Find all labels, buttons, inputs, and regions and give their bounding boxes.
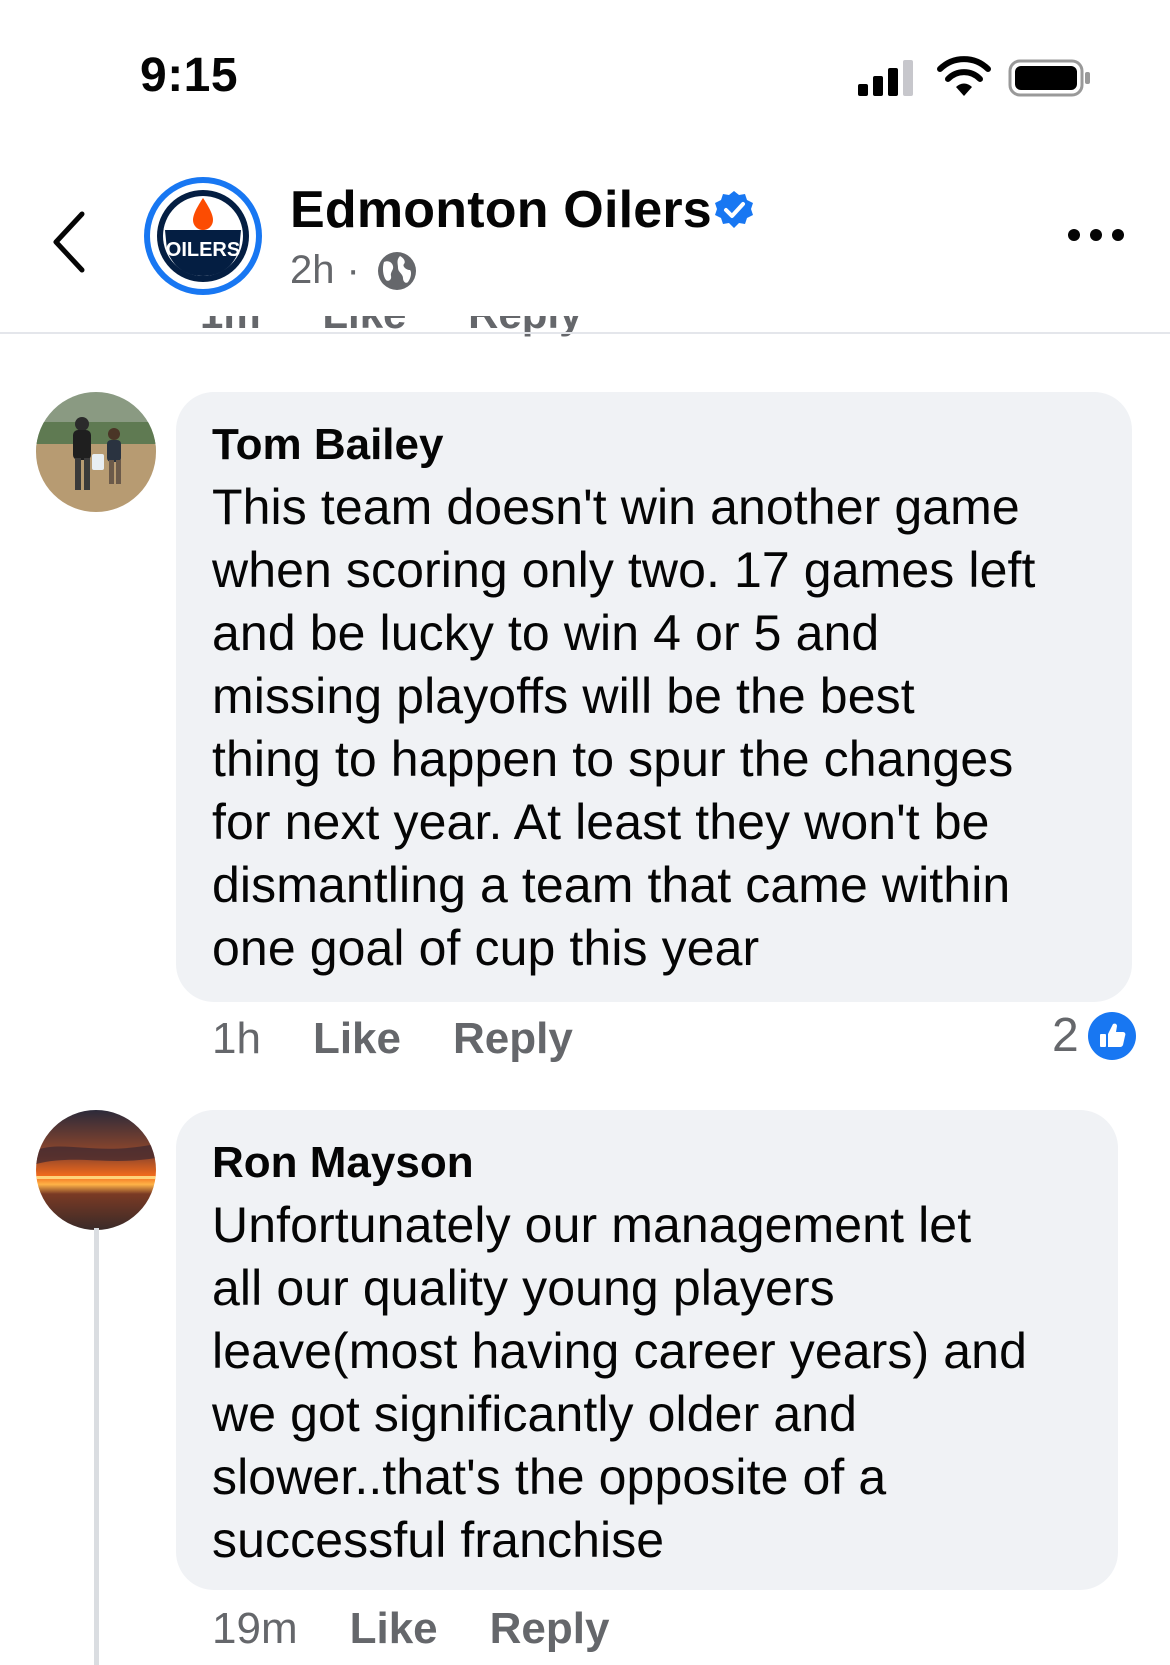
comment-text-line: we got significantly older and: [212, 1386, 858, 1442]
comment-text-line: thing to happen to spur the changes: [212, 731, 1014, 787]
comment-time[interactable]: 1h: [212, 1014, 261, 1064]
signal-icon: [858, 60, 913, 96]
oilers-logo-avatar[interactable]: OILERS: [143, 176, 263, 296]
comment-text-line: when scoring only two. 17 games left: [212, 542, 1036, 598]
previous-comment-time: 1m: [200, 316, 261, 338]
comment-author[interactable]: Tom Bailey: [212, 420, 443, 470]
comment-author[interactable]: Ron Mayson: [212, 1138, 474, 1188]
comment-time[interactable]: 19m: [212, 1604, 298, 1654]
meta-separator: ·: [346, 248, 360, 292]
avatar-ron-mayson[interactable]: [36, 1110, 156, 1230]
comment-actions: 1h Like Reply: [212, 1014, 625, 1064]
comment-text: This team doesn't win another game when …: [212, 476, 1122, 980]
verified-badge-icon: [715, 191, 753, 228]
previous-comment-actions: 1m Like Reply: [200, 316, 632, 344]
comment-text-line: all our quality young players: [212, 1260, 835, 1316]
previous-like-button[interactable]: Like: [322, 316, 406, 338]
logo-wordmark: OILERS: [166, 239, 240, 261]
reaction-count: 2: [1052, 1009, 1079, 1062]
like-button[interactable]: Like: [350, 1604, 438, 1654]
comment-text-line: missing playoffs will be the best: [212, 668, 915, 724]
comment-bubble[interactable]: Ron Mayson Unfortunately our management …: [176, 1110, 1118, 1590]
comment-text-line: successful franchise: [212, 1512, 665, 1568]
globe-icon: [377, 251, 416, 290]
like-reaction-icon: [1087, 1011, 1136, 1060]
battery-icon: [1008, 59, 1090, 97]
comment-text-line: Unfortunately our management let: [212, 1197, 972, 1253]
comment-bubble[interactable]: Tom Bailey This team doesn't win another…: [176, 392, 1132, 1002]
avatar-tom-bailey[interactable]: [36, 392, 156, 512]
previous-reply-button[interactable]: Reply: [468, 316, 582, 338]
comment-text-line: leave(most having career years) and: [212, 1323, 1027, 1379]
reply-button[interactable]: Reply: [453, 1014, 573, 1064]
post-header: OILERS Edmonton Oilers 2h ·: [0, 160, 1170, 332]
header-divider: [0, 332, 1170, 334]
comment-text: Unfortunately our management let all our…: [212, 1194, 1112, 1572]
reaction-summary[interactable]: 2: [1052, 1008, 1137, 1063]
back-chevron-icon[interactable]: [50, 210, 90, 274]
comment-actions: 19m Like Reply: [212, 1604, 661, 1654]
status-time: 9:15: [140, 49, 239, 102]
comment-text-line: dismantling a team that came within: [212, 857, 1011, 913]
comment-text-line: and be lucky to win 4 or 5 and: [212, 605, 880, 661]
like-button[interactable]: Like: [313, 1014, 401, 1064]
comment-text-line: one goal of cup this year: [212, 920, 760, 976]
comment-text-line: for next year. At least they won't be: [212, 794, 990, 850]
comment-text-line: This team doesn't win another game: [212, 479, 1020, 535]
post-time[interactable]: 2h: [290, 248, 335, 293]
page-name[interactable]: Edmonton Oilers: [290, 180, 712, 240]
reply-thread-line: [94, 1228, 99, 1665]
comment-text-line: slower..that's the opposite of a: [212, 1449, 887, 1505]
post-meta: 2h ·: [290, 248, 418, 293]
reply-button[interactable]: Reply: [490, 1604, 610, 1654]
wifi-icon: [937, 56, 991, 96]
more-dots-icon[interactable]: [1066, 220, 1126, 250]
